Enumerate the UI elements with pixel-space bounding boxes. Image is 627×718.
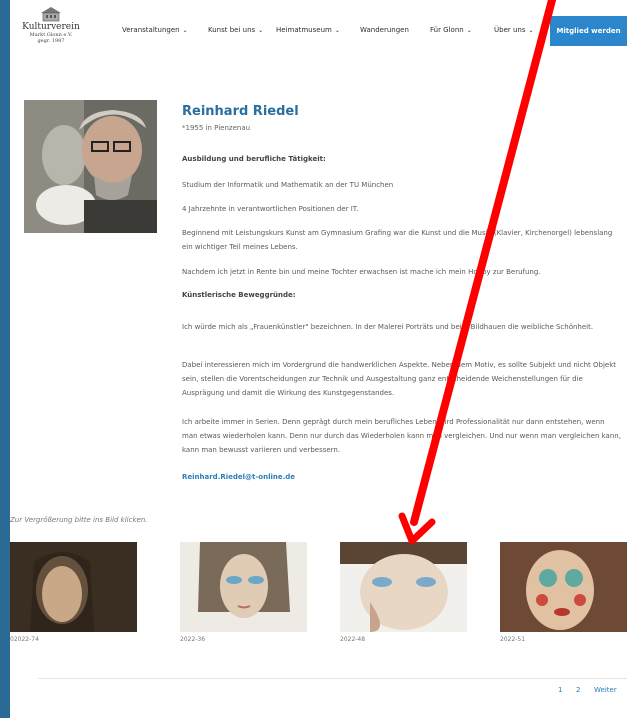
red-arrow-annotation bbox=[398, 0, 556, 545]
